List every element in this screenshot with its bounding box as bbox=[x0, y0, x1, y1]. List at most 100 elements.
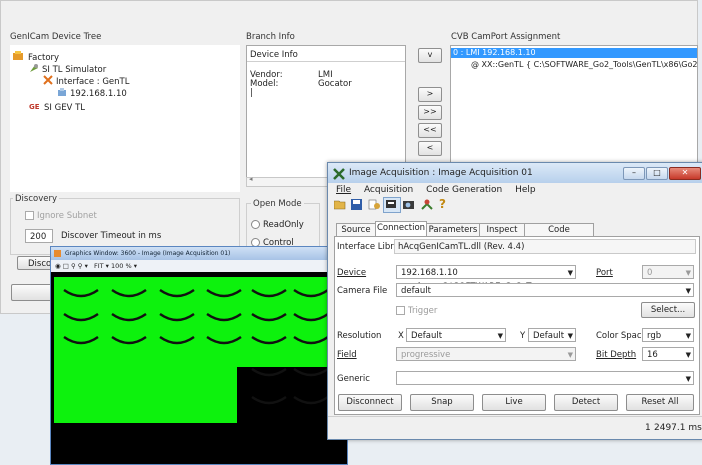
image-display[interactable] bbox=[51, 272, 347, 464]
reset-all-button[interactable]: Reset All bbox=[626, 394, 694, 411]
menu-acquisition[interactable]: Acquisition bbox=[364, 185, 413, 195]
open-folder-icon[interactable] bbox=[333, 199, 346, 213]
live-display-icon[interactable] bbox=[383, 197, 401, 213]
interface-x-icon bbox=[43, 75, 53, 88]
branch-info-title: Branch Info bbox=[246, 32, 295, 42]
resolution-label: Resolution bbox=[337, 331, 382, 341]
cvb-campport-list: 0 : LMI 192.168.1.10 @ XX::GenTL { C:\SO… bbox=[450, 45, 698, 175]
bit-depth-label: Bit Depth bbox=[596, 350, 637, 360]
field-value: progressive bbox=[401, 350, 451, 360]
tab-inspect[interactable]: Inspect bbox=[479, 223, 525, 236]
interface-library-value: hAcqGenICamTL.dll (Rev. 4.4) bbox=[394, 239, 696, 254]
menu-code-generation[interactable]: Code Generation bbox=[426, 185, 502, 195]
camera-icon[interactable] bbox=[403, 199, 416, 213]
tab-parameters[interactable]: Parameters bbox=[426, 223, 480, 236]
menu-bar: File Acquisition Code Generation Help bbox=[336, 185, 536, 195]
checkbox-box bbox=[396, 306, 405, 315]
chevron-down-icon: ▼ bbox=[685, 375, 691, 383]
x-label: X bbox=[398, 331, 404, 341]
device-select[interactable]: 192.168.1.10 producer:C:\SOFTWARE_Go2_To… bbox=[396, 265, 576, 292]
help-icon[interactable]: ? bbox=[439, 197, 446, 211]
camera-file-label: Camera File bbox=[337, 286, 388, 296]
tab-connection[interactable]: Connection bbox=[375, 221, 427, 237]
field-select[interactable]: progressive ▼ bbox=[396, 347, 576, 361]
campport-item-selected[interactable]: 0 : LMI 192.168.1.10 bbox=[451, 48, 697, 58]
status-time: 2497.1 ms bbox=[654, 423, 702, 433]
snap-button[interactable]: Snap bbox=[410, 394, 474, 411]
trigger-label: Trigger bbox=[408, 306, 438, 316]
field-label: Field bbox=[337, 350, 357, 360]
ignore-subnet-checkbox[interactable]: Ignore Subnet bbox=[25, 211, 97, 221]
color-space-select[interactable]: rgb ▼ bbox=[642, 328, 694, 342]
chevron-down-icon: ▼ bbox=[685, 332, 691, 340]
chevron-down-icon: ▼ bbox=[567, 332, 573, 340]
graphics-window: Graphics Window: 3600 - Image (Image Acq… bbox=[50, 246, 348, 465]
disconnect-button[interactable]: Disconnect bbox=[338, 394, 402, 411]
tab-source[interactable]: Source bbox=[336, 223, 376, 236]
image-feature-arc bbox=[251, 368, 287, 377]
tool-icons[interactable]: ◉ □ ⚲ ⚲ ▾ bbox=[55, 262, 88, 270]
menu-file[interactable]: File bbox=[336, 185, 351, 195]
close-button[interactable]: ✕ bbox=[669, 167, 701, 180]
ignore-subnet-label: Ignore Subnet bbox=[37, 211, 97, 221]
live-button[interactable]: Live bbox=[482, 394, 546, 411]
select-camera-file-button[interactable]: Select... bbox=[641, 302, 695, 318]
detect-button[interactable]: Detect bbox=[554, 394, 618, 411]
menu-help[interactable]: Help bbox=[515, 185, 536, 195]
image-feature-arc bbox=[293, 396, 329, 405]
discover-timeout-input[interactable]: 200 bbox=[25, 229, 53, 243]
scroll-left-icon: ◂ bbox=[249, 175, 253, 183]
properties-icon[interactable] bbox=[368, 199, 380, 213]
assign-button[interactable]: > bbox=[418, 87, 442, 102]
discovery-title: Discovery bbox=[13, 194, 59, 204]
connection-panel bbox=[334, 236, 700, 415]
graphics-window-titlebar: Graphics Window: 3600 - Image (Image Acq… bbox=[51, 247, 347, 260]
graphics-toolbar: ◉ □ ⚲ ⚲ ▾ FIT ▾ 100 % ▾ bbox=[51, 260, 347, 272]
unassign-button[interactable]: < bbox=[418, 141, 442, 156]
x-resolution-select[interactable]: Default ▼ bbox=[406, 328, 506, 342]
y-resolution-select[interactable]: Default ▼ bbox=[528, 328, 576, 342]
bit-depth-value: 16 bbox=[647, 350, 658, 360]
save-icon[interactable] bbox=[351, 199, 362, 213]
maximize-button[interactable]: □ bbox=[646, 167, 668, 180]
device-tree: Factory SI TL Simulator Interface : GenT… bbox=[10, 45, 240, 192]
divider bbox=[247, 61, 405, 62]
svg-text:GE: GE bbox=[29, 103, 40, 111]
tree-item-si-gev-tl[interactable]: GE SI GEV TL bbox=[29, 101, 85, 114]
bit-depth-select[interactable]: 16 ▼ bbox=[642, 347, 694, 361]
assign-all-button[interactable]: >> bbox=[418, 105, 442, 120]
camera-file-select[interactable]: default ▼ bbox=[396, 283, 694, 297]
image-acquisition-window: Image Acquisition : Image Acquisition 01… bbox=[327, 162, 702, 440]
chevron-down-icon: ▼ bbox=[497, 332, 503, 340]
y-value: Default bbox=[533, 331, 565, 341]
model-value: Gocator bbox=[318, 79, 352, 89]
color-space-value: rgb bbox=[647, 331, 662, 341]
tab-code-generation[interactable]: Code Generation bbox=[524, 223, 594, 247]
assign-down-button[interactable]: v bbox=[418, 48, 442, 63]
camera-file-value: default bbox=[401, 286, 431, 296]
image-feature-arc bbox=[251, 396, 287, 405]
acq-app-icon bbox=[333, 168, 345, 183]
model-label: Model: bbox=[250, 79, 279, 89]
text-cursor: | bbox=[250, 88, 253, 98]
tree-item-device[interactable]: 192.168.1.10 bbox=[57, 87, 127, 100]
generic-select[interactable]: ▼ bbox=[396, 371, 694, 385]
cvb-campport-title: CVB CamPort Assignment bbox=[451, 32, 561, 42]
color-space-label: Color Space bbox=[596, 331, 647, 341]
chevron-down-icon: ▼ bbox=[567, 351, 573, 359]
chevron-down-icon: ▼ bbox=[685, 351, 691, 359]
chevron-down-icon: ▼ bbox=[685, 287, 691, 295]
chevron-down-icon: ▼ bbox=[685, 269, 691, 277]
tool-icon[interactable] bbox=[421, 199, 433, 213]
tree-label: 192.168.1.10 bbox=[70, 89, 127, 99]
minimize-button[interactable]: – bbox=[623, 167, 645, 180]
zoom-mode[interactable]: FIT ▾ 100 % ▾ bbox=[94, 262, 137, 270]
y-label: Y bbox=[520, 331, 526, 341]
port-select[interactable]: 0 ▼ bbox=[642, 265, 694, 279]
trigger-checkbox[interactable]: Trigger bbox=[396, 306, 437, 316]
open-mode-title: Open Mode bbox=[251, 199, 304, 209]
status-bar: 1 2497.1 ms bbox=[328, 416, 702, 439]
unassign-all-button[interactable]: << bbox=[418, 123, 442, 138]
campport-item-producer[interactable]: @ XX::GenTL { C:\SOFTWARE_Go2_Tools\GenT… bbox=[471, 60, 697, 69]
readonly-radio[interactable]: ReadOnly bbox=[251, 220, 304, 230]
